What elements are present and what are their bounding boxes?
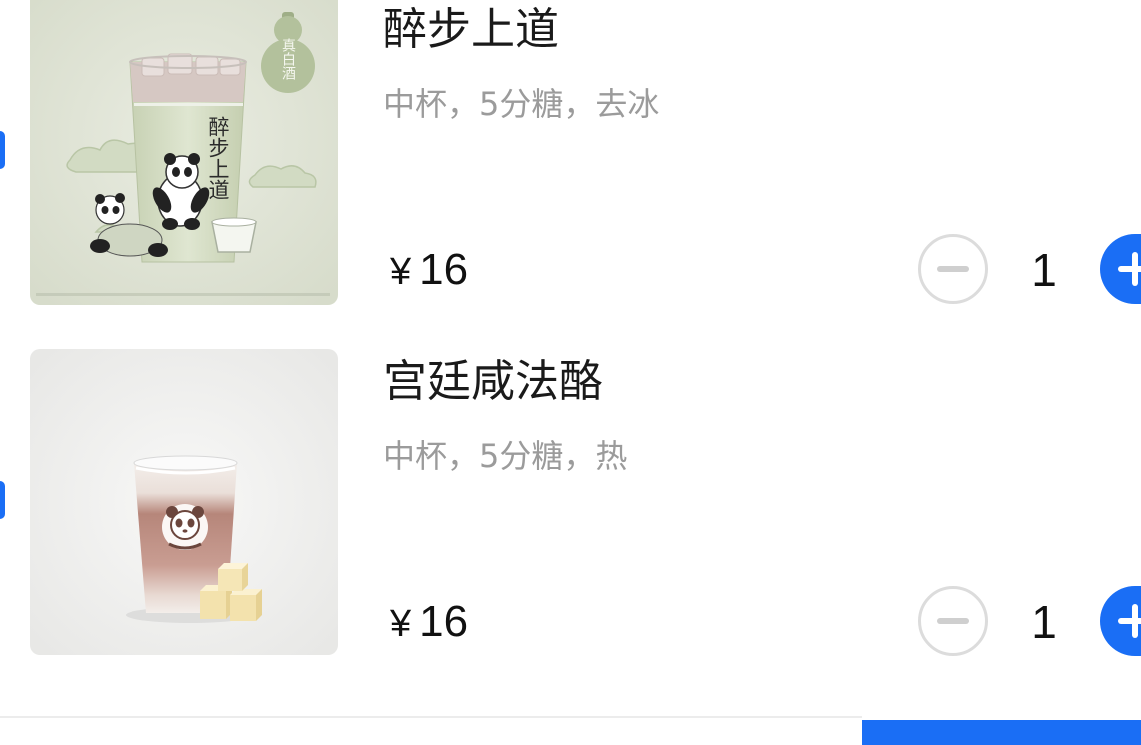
bottom-bar-divider <box>0 716 862 718</box>
product-name: 醉步上道 <box>383 4 559 55</box>
product-image: 真白酒 醉步上道 <box>30 0 338 305</box>
currency-symbol: ¥ <box>390 251 412 293</box>
currency-symbol: ¥ <box>390 603 412 645</box>
checkout-button[interactable] <box>862 720 1141 745</box>
product-price: ¥16 <box>390 597 468 649</box>
drink-illustration <box>30 349 338 655</box>
plus-icon <box>1100 586 1141 656</box>
minus-icon <box>921 589 985 653</box>
plus-icon <box>1100 234 1141 304</box>
product-spec: 中杯，5分糖，去冰 <box>383 85 660 123</box>
decrease-quantity-button[interactable] <box>918 586 988 656</box>
product-image <box>30 349 338 655</box>
cup-label-text: 醉步上道 <box>206 116 230 200</box>
price-amount: 16 <box>419 245 469 294</box>
quantity-value: 1 <box>1031 596 1057 648</box>
fine-print <box>36 293 330 296</box>
product-name: 宫廷咸法酪 <box>383 356 603 407</box>
product-price: ¥16 <box>390 245 468 297</box>
product-spec: 中杯，5分糖，热 <box>383 437 628 475</box>
quantity-value: 1 <box>1031 244 1057 296</box>
glass-illustration <box>211 217 257 253</box>
price-amount: 16 <box>419 597 469 646</box>
item-select-checkbox[interactable] <box>0 481 5 519</box>
decrease-quantity-button[interactable] <box>918 234 988 304</box>
increase-quantity-button[interactable] <box>1100 586 1141 656</box>
increase-quantity-button[interactable] <box>1100 234 1141 304</box>
item-select-checkbox[interactable] <box>0 131 5 169</box>
minus-icon <box>921 237 985 301</box>
panda-logo-icon <box>162 504 208 550</box>
gourd-label-text: 真白酒 <box>280 38 296 80</box>
